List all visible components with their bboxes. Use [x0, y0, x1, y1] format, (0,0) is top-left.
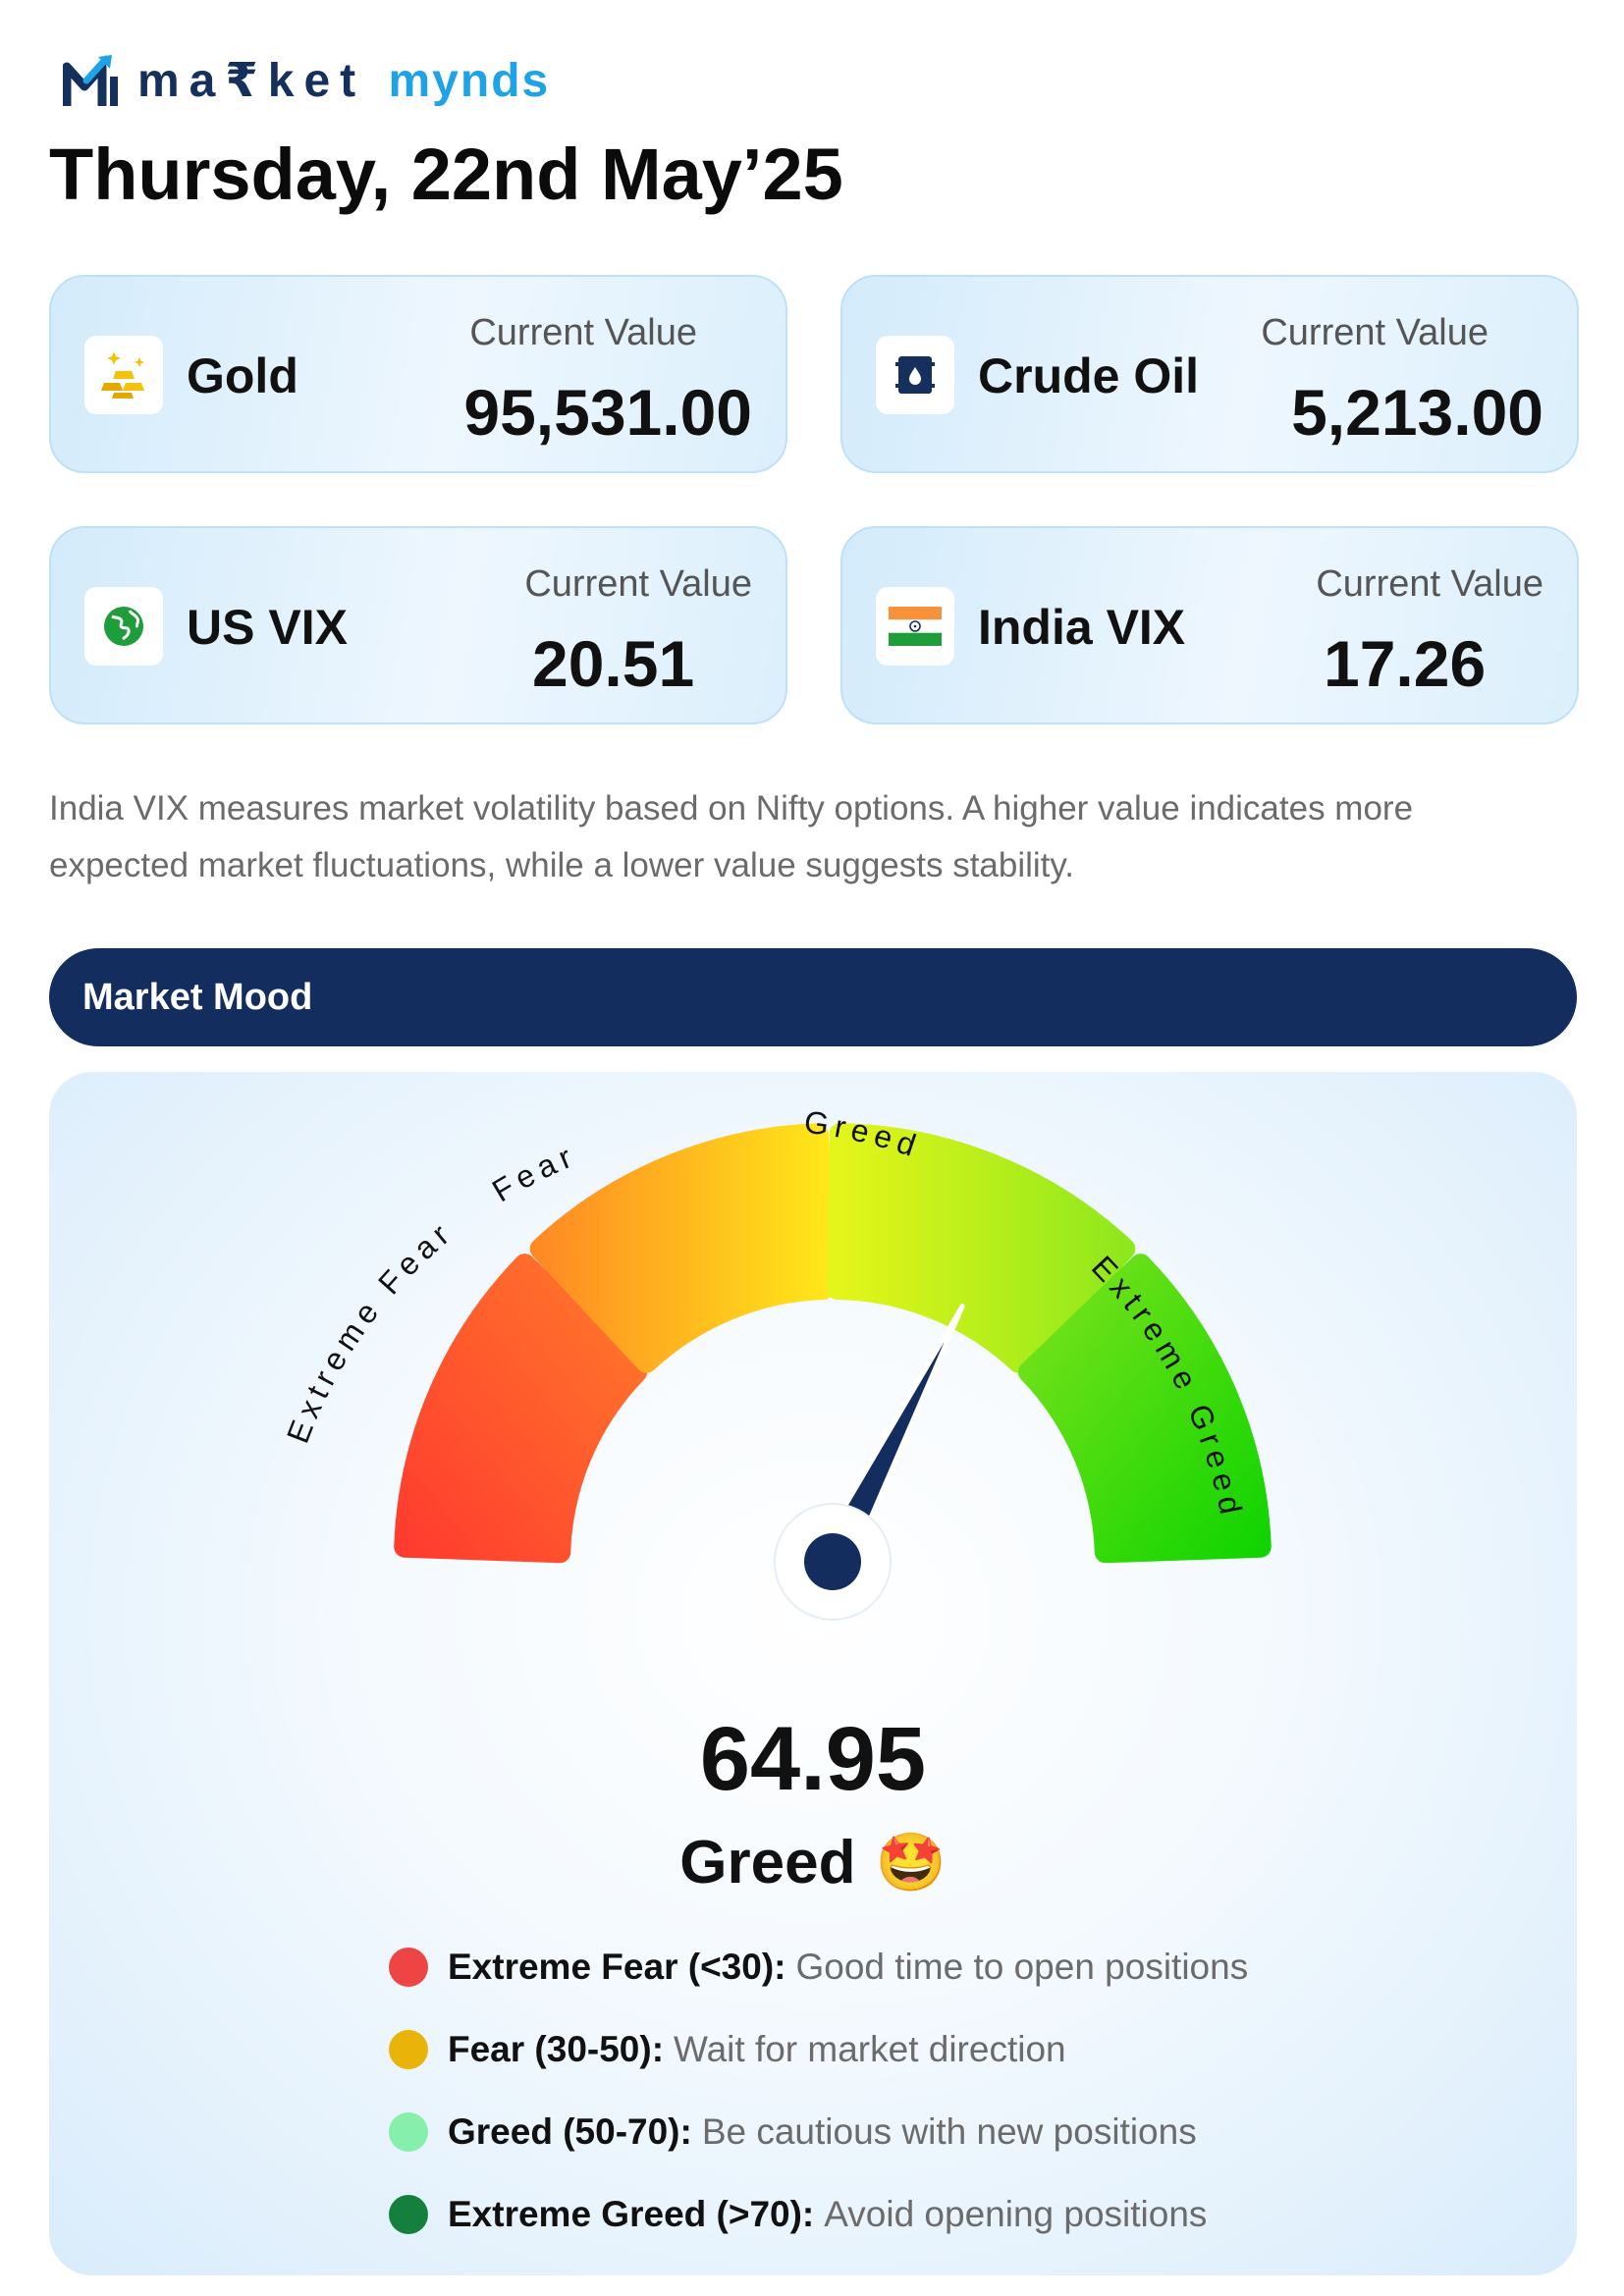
gauge-segments [394, 1123, 1272, 1564]
market-mood-panel: Extreme Fear Fear Greed Extreme Greed 64… [49, 1072, 1577, 2275]
card-name: India VIX [978, 600, 1186, 655]
gauge-hub [804, 1533, 861, 1590]
legend-label: Fear (30-50): [448, 2029, 665, 2069]
legend-text: Avoid opening positions [824, 2194, 1208, 2234]
card-name: Crude Oil [978, 348, 1200, 403]
logo-mark-icon [63, 51, 124, 110]
legend-text: Wait for market direction [674, 2029, 1066, 2069]
legend-item: Extreme Fear (<30): Good time to open po… [389, 1926, 1248, 2008]
legend-label: Greed (50-70): [448, 2111, 692, 2152]
vix-description: India VIX measures market volatility bas… [49, 789, 1414, 884]
mood-label-text: Greed [679, 1829, 856, 1896]
india-vix-card: India VIX Current Value 17.26 [840, 526, 1579, 724]
legend-dot-icon [389, 1948, 428, 1987]
mood-gauge: Extreme Fear Fear Greed Extreme Greed [280, 1104, 1272, 1621]
section-title: Market Mood [82, 976, 313, 1018]
mood-label: Greed 🤩 [49, 1828, 1577, 1897]
card-name: US VIX [187, 600, 348, 655]
card-value: 17.26 [1324, 627, 1487, 700]
brand-wordmark: ma₹ket mynds [137, 53, 550, 108]
legend-label: Extreme Greed (>70): [448, 2194, 815, 2234]
india-flag-icon [876, 587, 954, 666]
gold-card: Gold Current Value 95,531.00 [49, 275, 787, 473]
mood-legend: Extreme Fear (<30): Good time to open po… [389, 1926, 1248, 2256]
market-mood-header: Market Mood [49, 948, 1577, 1046]
legend-item: Extreme Greed (>70): Avoid opening posit… [389, 2173, 1248, 2256]
legend-label: Extreme Fear (<30): [448, 1947, 786, 1987]
card-value: 20.51 [532, 627, 695, 700]
oil-barrel-icon [876, 336, 954, 414]
us-vix-card: US VIX Current Value 20.51 [49, 526, 787, 724]
card-value: 95,531.00 [463, 376, 752, 449]
brand-name-accent: mynds [388, 55, 551, 107]
star-struck-emoji-icon: 🤩 [875, 1830, 947, 1895]
globe-icon [84, 587, 163, 666]
mood-score: 64.95 [699, 1709, 927, 1809]
card-value-label: Current Value [1261, 312, 1489, 353]
legend-dot-icon [389, 2112, 428, 2152]
gauge-label-fear: Fear [486, 1137, 576, 1208]
brand-logo: ma₹ket mynds [63, 51, 550, 110]
svg-text:Fear: Fear [486, 1137, 582, 1208]
card-value-label: Current Value [469, 312, 697, 353]
legend-text: Good time to open positions [795, 1947, 1249, 1987]
legend-text: Be cautious with new positions [701, 2111, 1197, 2152]
legend-item: Fear (30-50): Wait for market direction [389, 2008, 1248, 2091]
crude-oil-card: Crude Oil Current Value 5,213.00 [840, 275, 1579, 473]
page-title: Thursday, 22nd May’25 [49, 133, 843, 215]
card-value-label: Current Value [1316, 563, 1543, 605]
card-name: Gold [187, 348, 298, 403]
brand-name-main: ma₹ket [137, 55, 366, 107]
legend-dot-icon [389, 2195, 428, 2234]
card-value-label: Current Value [524, 563, 752, 605]
gold-bars-icon [84, 336, 163, 414]
card-value: 5,213.00 [1291, 376, 1543, 449]
legend-item: Greed (50-70): Be cautious with new posi… [389, 2091, 1248, 2173]
legend-dot-icon [389, 2030, 428, 2069]
